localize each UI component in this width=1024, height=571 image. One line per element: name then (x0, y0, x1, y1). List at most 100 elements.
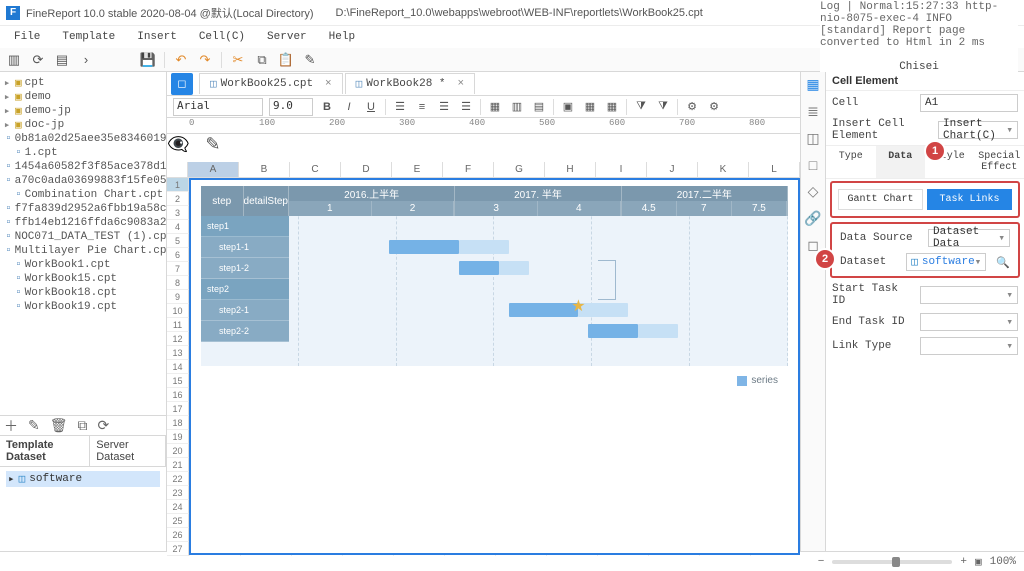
start-task-id-select[interactable] (920, 286, 1018, 304)
row-header[interactable]: 18 (167, 416, 189, 430)
zoom-out-icon[interactable]: − (818, 556, 825, 568)
col-J[interactable]: J (647, 162, 698, 178)
italic-button[interactable]: I (341, 99, 357, 115)
font-family-select[interactable]: Arial (173, 98, 263, 116)
row-header[interactable]: 10 (167, 304, 189, 318)
row-header[interactable]: 17 (167, 402, 189, 416)
condition-icon[interactable]: ◇ (808, 183, 819, 200)
row-header[interactable]: 15 (167, 374, 189, 388)
row-header[interactable]: 12 (167, 332, 189, 346)
tab-special-effect[interactable]: Special Effect (975, 146, 1024, 178)
copy-dataset-icon[interactable]: ⧉ (78, 417, 88, 434)
app-tile-icon[interactable]: ◻ (171, 73, 193, 95)
data-source-select[interactable]: Dataset Data (928, 229, 1010, 247)
dataset-select[interactable]: ◫ software (906, 253, 986, 271)
col-F[interactable]: F (443, 162, 494, 178)
dataset-search-icon[interactable]: 🔍 (996, 256, 1010, 269)
col-I[interactable]: I (596, 162, 647, 178)
delete-dataset-icon[interactable]: 🗑 (50, 417, 68, 434)
grid2-icon[interactable]: ▦ (604, 99, 620, 115)
grid-icon[interactable]: ▦ (582, 99, 598, 115)
tab-template-dataset[interactable]: Template Dataset (0, 436, 90, 466)
row-header[interactable]: 14 (167, 360, 189, 374)
merge-icon[interactable]: ▥ (509, 99, 525, 115)
row-header[interactable]: 4 (167, 220, 189, 234)
menu-insert[interactable]: Insert (129, 29, 185, 45)
tab-server-dataset[interactable]: Server Dataset (90, 436, 166, 466)
designer-canvas[interactable]: 👁‍🗨 ✎ A B C D E F G H I J K L 1234567891… (167, 134, 800, 556)
row-header[interactable]: 23 (167, 486, 189, 500)
cells-area[interactable]: step detailStep 2016.上半年12 2017. 半年34 20… (189, 178, 800, 556)
cell-element-icon[interactable]: ▦ (806, 76, 819, 93)
align-left-icon[interactable]: ☰ (392, 99, 408, 115)
dataset-expand-icon[interactable]: ▸ (8, 472, 15, 486)
row-header[interactable]: 6 (167, 248, 189, 262)
subtab-task-links[interactable]: Task Links (927, 189, 1012, 210)
redo-icon[interactable]: ↷ (197, 52, 213, 68)
col-K[interactable]: K (698, 162, 749, 178)
file-tree[interactable]: ▸▣cpt ▸▣demo ▸▣demo-jp ▸▣doc-jp ▫0b81a02… (0, 72, 166, 416)
menu-cell[interactable]: Cell(C) (191, 29, 253, 45)
unmerge-icon[interactable]: ▤ (531, 99, 547, 115)
menu-server[interactable]: Server (259, 29, 315, 45)
row-header[interactable]: 24 (167, 500, 189, 514)
border-icon[interactable]: ▦ (487, 99, 503, 115)
col-D[interactable]: D (341, 162, 392, 178)
doc-tab-workbook28[interactable]: ◫ WorkBook28 * × (345, 73, 475, 94)
row-header[interactable]: 8 (167, 276, 189, 290)
zoom-in-icon[interactable]: + (960, 556, 967, 568)
view-mode-icon[interactable]: ▣ (975, 555, 982, 569)
add-dataset-icon[interactable]: ＋ (4, 416, 18, 436)
copy-icon[interactable]: ⧉ (254, 52, 270, 68)
menu-help[interactable]: Help (321, 29, 363, 45)
tab-data[interactable]: Data (876, 146, 926, 178)
save-icon[interactable]: 💾 (140, 52, 156, 68)
misc-icon[interactable]: ⚙ (684, 99, 700, 115)
row-header[interactable]: 7 (167, 262, 189, 276)
chart-cell-selection[interactable]: step detailStep 2016.上半年12 2017. 半年34 20… (189, 178, 800, 555)
row-header[interactable]: 3 (167, 206, 189, 220)
link-icon[interactable]: 🔗 (804, 210, 821, 227)
col-C[interactable]: C (290, 162, 341, 178)
link-type-select[interactable] (920, 337, 1018, 355)
row-header[interactable]: 11 (167, 318, 189, 332)
align-right-icon[interactable]: ☰ (436, 99, 452, 115)
col-B[interactable]: B (239, 162, 290, 178)
paste-icon[interactable]: 📋 (278, 52, 294, 68)
cut-icon[interactable]: ✂ (230, 52, 246, 68)
visibility-icon[interactable]: 👁‍🗨 (167, 134, 189, 162)
row-header[interactable]: 20 (167, 444, 189, 458)
misc2-icon[interactable]: ⚙ (706, 99, 722, 115)
row-header[interactable]: 9 (167, 290, 189, 304)
end-task-id-select[interactable] (920, 313, 1018, 331)
col-A[interactable]: A (188, 162, 239, 178)
align-justify-icon[interactable]: ☰ (458, 99, 474, 115)
row-header[interactable]: 16 (167, 388, 189, 402)
close-tab-icon[interactable]: × (458, 78, 465, 90)
row-header[interactable]: 26 (167, 528, 189, 542)
float-icon[interactable]: ◫ (806, 130, 819, 147)
row-header[interactable]: 5 (167, 234, 189, 248)
doc-tab-workbook25[interactable]: ◫ WorkBook25.cpt × (199, 73, 343, 94)
brush-icon[interactable]: ✎ (302, 52, 318, 68)
close-tab-icon[interactable]: × (325, 78, 332, 90)
refresh-icon[interactable]: ⟳ (30, 52, 46, 68)
new-icon[interactable]: ▥ (6, 52, 22, 68)
edit-chart-icon[interactable]: ✎ (205, 134, 220, 162)
align-center-icon[interactable]: ≡ (414, 99, 430, 115)
cell-value-input[interactable]: A1 (920, 94, 1018, 112)
font-size-select[interactable]: 9.0 (269, 98, 313, 116)
table-icon[interactable]: ▣ (560, 99, 576, 115)
row-header[interactable]: 1 (167, 178, 189, 192)
bold-button[interactable]: B (319, 99, 335, 115)
sort-icon[interactable]: ⧩ (655, 99, 671, 115)
collapse-icon[interactable]: › (78, 52, 94, 68)
menu-file[interactable]: File (6, 29, 48, 45)
col-L[interactable]: L (749, 162, 800, 178)
col-H[interactable]: H (545, 162, 596, 178)
row-header[interactable]: 2 (167, 192, 189, 206)
row-header[interactable]: 19 (167, 430, 189, 444)
col-E[interactable]: E (392, 162, 443, 178)
subtab-gantt-chart[interactable]: Gantt Chart (838, 189, 923, 210)
insert-cell-element-select[interactable]: Insert Chart(C) (938, 121, 1018, 139)
